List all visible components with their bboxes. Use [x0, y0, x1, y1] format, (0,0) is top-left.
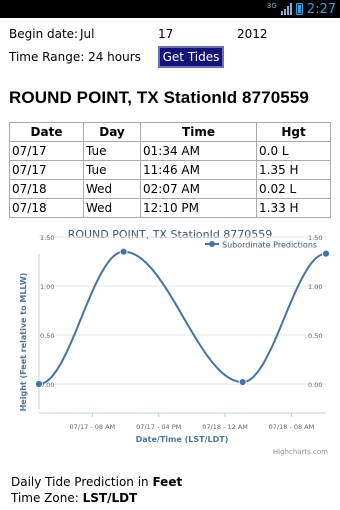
cell-height: 1.35 H [256, 160, 331, 180]
y-axis-title: Height (Feet relative to MLLW) [19, 273, 28, 412]
month-select[interactable]: Jul [80, 27, 94, 41]
cell-date: 07/17 [9, 160, 84, 180]
battery-icon [295, 3, 303, 15]
clock: 2:27 [306, 1, 336, 17]
x-tick-label: 07/17 - 04 PM [136, 423, 181, 431]
cell-date: 07/18 [9, 198, 84, 218]
cell-day: Wed [83, 179, 141, 199]
data-point-marker[interactable] [119, 247, 128, 256]
cell-date: 07/17 [9, 141, 84, 161]
tide-table: Date Day Time Hgt 07/17 Tue 01:34 AM 0.0… [9, 122, 331, 218]
cell-date: 07/18 [9, 179, 84, 199]
cell-day: Tue [83, 160, 141, 180]
data-point-marker[interactable] [238, 378, 247, 386]
y-tick-label-right: 0.50 [308, 332, 322, 340]
table-header-row: Date Day Time Hgt [9, 122, 331, 142]
y-tick-label: 1.50 [40, 234, 54, 242]
cell-day: Tue [83, 141, 141, 161]
chart-grid [39, 236, 326, 385]
x-tick-label: 07/18 - 08 AM [269, 423, 315, 431]
timezone-note: Time Zone: LST/LDT [11, 491, 137, 505]
column-header-hgt: Hgt [256, 122, 331, 142]
y-tick-label: 1.00 [40, 283, 54, 291]
signal-icon [280, 3, 292, 15]
y-tick-label-right: 1.00 [308, 283, 322, 291]
time-range-label: Time Range: [9, 50, 85, 64]
x-tick-label: 07/18 - 12 AM [202, 423, 248, 431]
cell-height: 1.33 H [256, 198, 331, 218]
unit-note-prefix: Daily Tide Prediction in [11, 475, 153, 489]
chart-axes: 1.501.000.500.001.501.000.500.0007/17 - … [38, 234, 326, 431]
unit-note: Daily Tide Prediction in Feet [11, 475, 182, 489]
column-header-date: Date [9, 122, 84, 142]
status-icons: 3G 2:27 [267, 1, 336, 17]
timezone-prefix: Time Zone: [11, 491, 83, 505]
day-select[interactable]: 17 [158, 27, 173, 41]
network-type-label: 3G [266, 2, 277, 10]
cell-height: 0.0 L [256, 141, 331, 161]
tide-chart: ROUND POINT, TX StationId 8770559 Subord… [19, 228, 330, 456]
cell-day: Wed [83, 198, 141, 218]
data-point-marker[interactable] [322, 249, 330, 258]
cell-time: 01:34 AM [140, 141, 257, 161]
x-axis-title: Date/Time (LST/LDT) [136, 435, 229, 444]
legend-marker-icon [209, 241, 215, 247]
table-row: 07/18 Wed 12:10 PM 1.33 H [9, 198, 331, 218]
column-header-day: Day [83, 122, 141, 142]
x-tick-label: 07/17 - 08 AM [70, 423, 116, 431]
y-tick-label-right: 1.50 [308, 234, 322, 242]
chart-credit[interactable]: Highcharts.com [273, 448, 328, 456]
cell-time: 11:46 AM [140, 160, 257, 180]
cell-time: 02:07 AM [140, 179, 257, 199]
get-tides-button[interactable]: Get Tides [158, 46, 224, 68]
station-title: ROUND POINT, TX StationId 8770559 [9, 88, 309, 107]
table-row: 07/17 Tue 11:46 AM 1.35 H [9, 160, 331, 180]
table-row: 07/17 Tue 01:34 AM 0.0 L [9, 141, 331, 161]
series-line [38, 250, 326, 385]
y-tick-label-right: 0.00 [308, 381, 322, 389]
year-select[interactable]: 2012 [237, 27, 268, 41]
data-point-marker[interactable] [35, 380, 43, 388]
time-range-row: Time Range: 24 hours [9, 50, 141, 64]
timezone-value: LST/LDT [82, 491, 138, 505]
unit-value: Feet [152, 475, 183, 489]
cell-time: 12:10 PM [140, 198, 257, 218]
y-tick-label: 0.50 [40, 332, 54, 340]
column-header-time: Time [140, 122, 257, 142]
cell-height: 0.02 L [256, 179, 331, 199]
status-bar: 3G 2:27 [0, 0, 340, 18]
table-row: 07/18 Wed 02:07 AM 0.02 L [9, 179, 331, 199]
time-range-select[interactable]: 24 hours [88, 50, 141, 64]
chart-legend[interactable]: Subordinate Predictions [205, 241, 317, 250]
legend-label: Subordinate Predictions [222, 241, 317, 250]
chart-title: ROUND POINT, TX StationId 8770559 [68, 228, 273, 241]
begin-date-label: Begin date: [9, 27, 79, 41]
